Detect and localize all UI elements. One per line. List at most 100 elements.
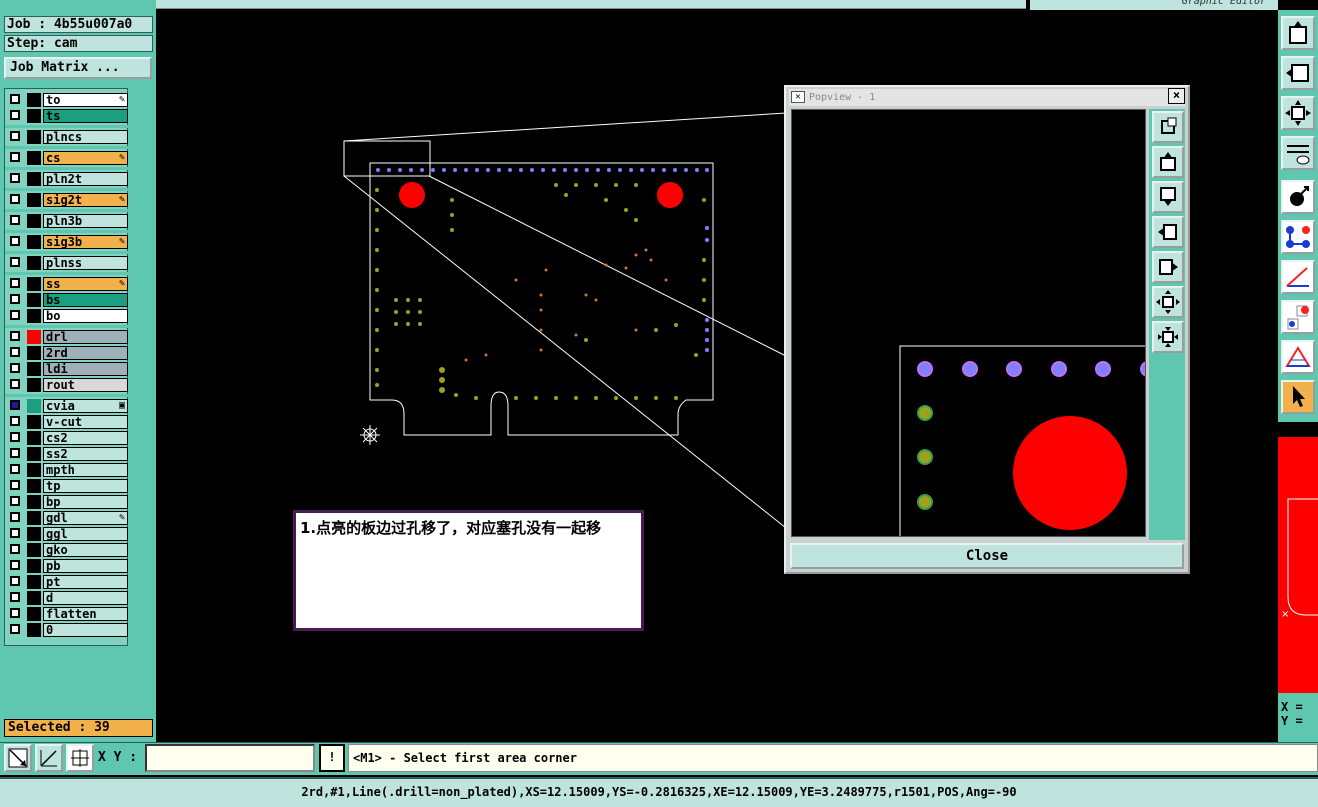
layer-color-swatch[interactable] xyxy=(27,575,41,589)
layer-row-to[interactable]: to ✎ xyxy=(5,93,129,107)
layer-color-swatch[interactable] xyxy=(27,623,41,637)
layer-color-swatch[interactable] xyxy=(27,346,41,360)
layer-name[interactable]: bp xyxy=(43,495,128,509)
layer-row-sig3b[interactable]: sig3b ✎ xyxy=(5,235,129,249)
layer-color-swatch[interactable] xyxy=(27,415,41,429)
layer-name[interactable]: plncs xyxy=(43,130,128,144)
layer-color-swatch[interactable] xyxy=(27,543,41,557)
layer-color-swatch[interactable] xyxy=(27,193,41,207)
layer-color-swatch[interactable] xyxy=(27,256,41,270)
layer-row-bp[interactable]: bp xyxy=(5,495,129,509)
layer-name[interactable]: bs xyxy=(43,293,128,307)
layer-color-swatch[interactable] xyxy=(27,235,41,249)
layer-checkbox[interactable] xyxy=(10,110,20,120)
layer-name[interactable]: ldi xyxy=(43,362,128,376)
layer-checkbox[interactable] xyxy=(10,294,20,304)
layer-row-plncs[interactable]: plncs xyxy=(5,130,129,144)
net-connect-icon[interactable] xyxy=(1281,220,1315,254)
layer-row-pt[interactable]: pt xyxy=(5,575,129,589)
drc-triangle-icon[interactable] xyxy=(1281,340,1315,374)
layer-row-0[interactable]: 0 xyxy=(5,623,129,637)
popview-canvas[interactable] xyxy=(791,109,1146,537)
layer-checkbox[interactable] xyxy=(10,363,20,373)
layer-color-swatch[interactable] xyxy=(27,293,41,307)
layer-checkbox[interactable] xyxy=(10,544,20,554)
xy-input[interactable] xyxy=(145,744,315,772)
layer-name[interactable]: ts xyxy=(43,109,128,123)
layer-row-d[interactable]: d xyxy=(5,591,129,605)
layer-color-swatch[interactable] xyxy=(27,172,41,186)
zoom-fit-icon[interactable] xyxy=(1281,96,1315,130)
layer-name[interactable]: pt xyxy=(43,575,128,589)
layer-color-swatch[interactable] xyxy=(27,511,41,525)
layer-color-swatch[interactable] xyxy=(27,214,41,228)
layer-row-cvia[interactable]: cvia ▣ xyxy=(5,399,129,413)
layer-checkbox[interactable] xyxy=(10,560,20,570)
layer-color-swatch[interactable] xyxy=(27,330,41,344)
layer-name[interactable]: plnss xyxy=(43,256,128,270)
layer-name[interactable]: flatten xyxy=(43,607,128,621)
layer-checkbox[interactable] xyxy=(10,608,20,618)
layer-checkbox[interactable] xyxy=(10,432,20,442)
layer-color-swatch[interactable] xyxy=(27,277,41,291)
layer-row-v-cut[interactable]: v-cut xyxy=(5,415,129,429)
layer-checkbox[interactable] xyxy=(10,379,20,389)
layer-name[interactable]: cs ✎ xyxy=(43,151,128,165)
layer-name[interactable]: tp xyxy=(43,479,128,493)
layer-checkbox[interactable] xyxy=(10,236,20,246)
layer-checkbox[interactable] xyxy=(10,400,20,410)
layer-row-cs2[interactable]: cs2 xyxy=(5,431,129,445)
layer-color-swatch[interactable] xyxy=(27,527,41,541)
job-matrix-button[interactable]: Job Matrix ... xyxy=(4,57,152,79)
layer-name[interactable]: to ✎ xyxy=(43,93,128,107)
message-alert-button[interactable]: ! xyxy=(319,744,345,772)
layer-checkbox[interactable] xyxy=(10,464,20,474)
layer-row-bo[interactable]: bo xyxy=(5,309,129,323)
layer-checkbox[interactable] xyxy=(10,310,20,320)
layer-name[interactable]: gko xyxy=(43,543,128,557)
layer-row-tp[interactable]: tp xyxy=(5,479,129,493)
popview-menu-icon[interactable]: ✕ xyxy=(791,91,805,103)
layer-name[interactable]: cs2 xyxy=(43,431,128,445)
zoom-in-icon[interactable] xyxy=(1152,321,1184,353)
layer-checkbox[interactable] xyxy=(10,278,20,288)
layer-checkbox[interactable] xyxy=(10,416,20,426)
pan-up-icon[interactable] xyxy=(1152,146,1184,178)
layer-color-swatch[interactable] xyxy=(27,399,41,413)
layer-name[interactable]: rout xyxy=(43,378,128,392)
zoom-out-icon[interactable] xyxy=(1152,286,1184,318)
pan-left-icon[interactable] xyxy=(1281,56,1315,90)
close-icon[interactable]: × xyxy=(1168,88,1185,104)
layer-name[interactable]: sig3b ✎ xyxy=(43,235,128,249)
layer-row-sig2t[interactable]: sig2t ✎ xyxy=(5,193,129,207)
layer-color-swatch[interactable] xyxy=(27,309,41,323)
zoom-area-icon[interactable] xyxy=(4,744,32,772)
layer-checkbox[interactable] xyxy=(10,257,20,267)
layer-name[interactable]: cvia ▣ xyxy=(43,399,128,413)
layer-name[interactable]: bo xyxy=(43,309,128,323)
layer-color-swatch[interactable] xyxy=(27,463,41,477)
layer-checkbox[interactable] xyxy=(10,215,20,225)
layer-row-ldi[interactable]: ldi xyxy=(5,362,129,376)
mini-map[interactable]: × xyxy=(1278,437,1318,693)
layer-checkbox[interactable] xyxy=(10,173,20,183)
layer-name[interactable]: pln3b xyxy=(43,214,128,228)
layer-row-pb[interactable]: pb xyxy=(5,559,129,573)
layer-checkbox[interactable] xyxy=(10,496,20,506)
layer-color-swatch[interactable] xyxy=(27,109,41,123)
layer-checkbox[interactable] xyxy=(10,576,20,586)
layer-name[interactable]: 0 xyxy=(43,623,128,637)
layer-checkbox[interactable] xyxy=(10,131,20,141)
measure-icon[interactable] xyxy=(35,744,63,772)
layer-color-swatch[interactable] xyxy=(27,378,41,392)
layer-row-pln2t[interactable]: pln2t xyxy=(5,172,129,186)
layer-name[interactable]: ss ✎ xyxy=(43,277,128,291)
layer-color-swatch[interactable] xyxy=(27,431,41,445)
layer-color-swatch[interactable] xyxy=(27,479,41,493)
measure-tools-icon[interactable] xyxy=(1281,136,1315,170)
layer-checkbox[interactable] xyxy=(10,331,20,341)
layer-color-swatch[interactable] xyxy=(27,559,41,573)
pan-left-icon[interactable] xyxy=(1152,216,1184,248)
popview-close-button[interactable]: Close xyxy=(790,543,1184,569)
layer-name[interactable]: drl xyxy=(43,330,128,344)
